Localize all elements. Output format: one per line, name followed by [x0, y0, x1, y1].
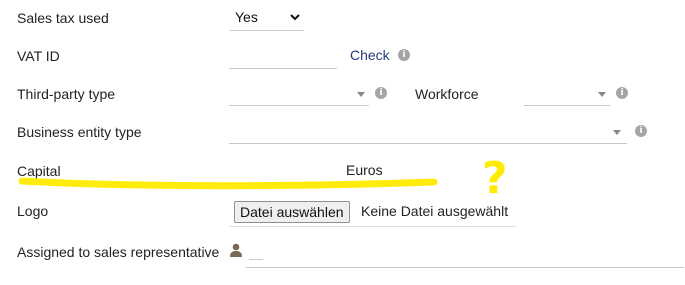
annotation-question-mark: ? [482, 153, 508, 204]
highlight-annotation: ? [18, 153, 508, 204]
